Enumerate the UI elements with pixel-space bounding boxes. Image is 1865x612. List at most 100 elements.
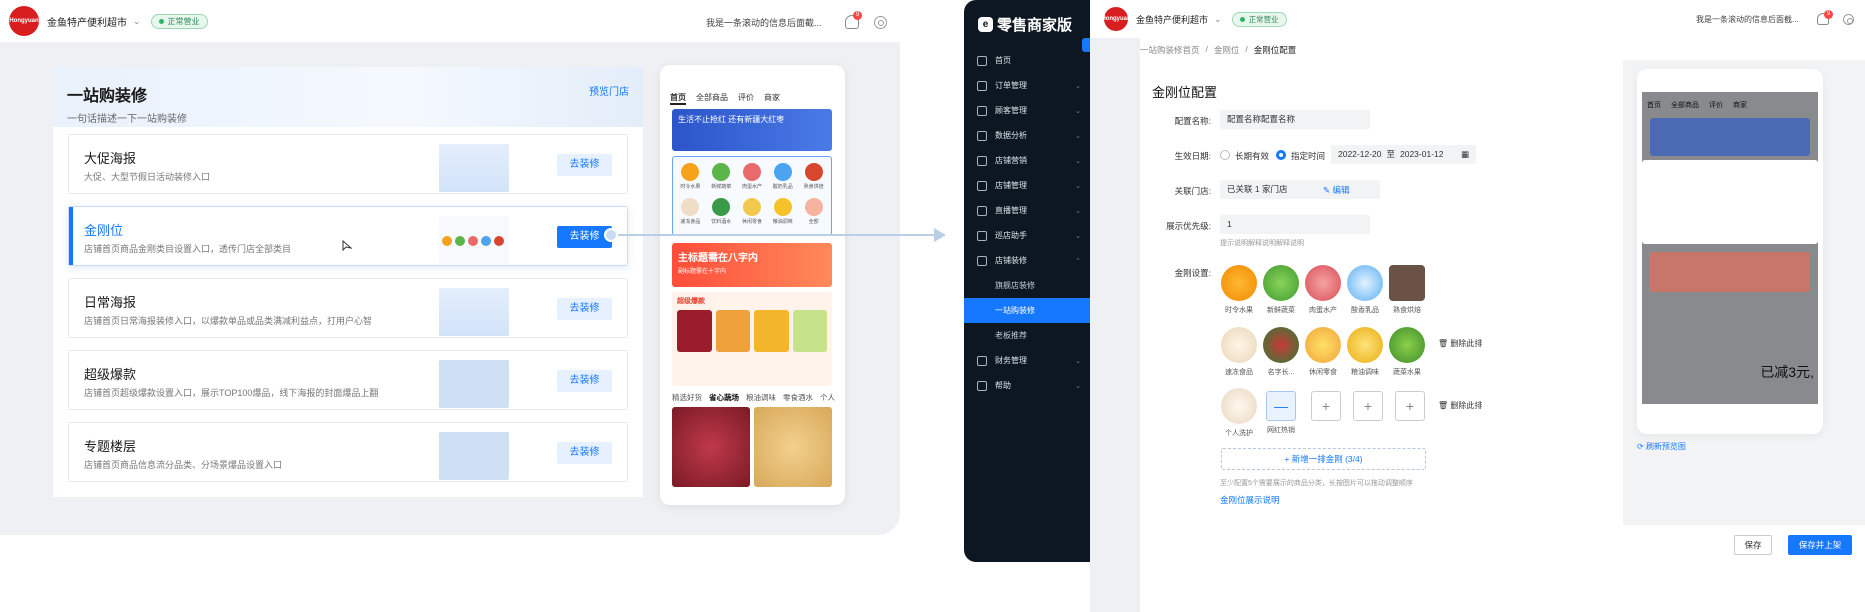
card-thumbnail [439,216,509,264]
phone-tab[interactable]: 精选好货 [672,392,702,403]
decorate-button[interactable]: 去装修 [557,154,612,176]
store-logo: Hongyuan [9,6,39,36]
sidebar-item-help[interactable]: 帮助 ⌄ [964,373,1090,398]
card-title: 大促海报 [84,151,137,166]
discount-text: 已减3元, [1760,364,1814,380]
shop-name[interactable]: 金鱼特产便利超市 [1136,13,1208,26]
kingkong-item[interactable]: 粮油调味 [1345,327,1385,377]
decorate-button[interactable]: 去装修 [557,370,612,392]
date-range-picker[interactable]: 2022-12-20 至 2023-01-12 ▦ [1331,145,1476,164]
explain-link[interactable]: 金刚位展示说明 [1220,494,1280,506]
sidebar: e 零售商家版 首页 订单管理 ⌄ 顾客管理 ⌄ 数据分析 ⌄ 店铺营销 ⌄ 店铺管理 ⌄ … [964,0,1090,562]
grid-item: 粮油调味 [767,196,798,231]
notification-badge: 9 [853,11,862,20]
breadcrumb-item[interactable]: 一站购装修首页 [1140,44,1200,56]
gear-icon[interactable] [1843,14,1854,25]
sidebar-item-finance[interactable]: 财务管理 ⌄ [964,348,1090,373]
card-promo-poster[interactable]: 大促海报 大促、大型节假日活动装修入口 去装修 [68,134,628,194]
scrolling-notice[interactable]: 我是一条滚动的信息后面截... [706,16,822,29]
radio-long-term[interactable] [1220,150,1230,160]
decorate-button[interactable]: 去装修 [557,442,612,464]
card-title: 专题楼层 [84,439,137,454]
card-daily-poster[interactable]: 日常海报 店铺首页日常海报装修入口，以爆款单品或品类满减利益点，打用户心智 去装… [68,278,628,338]
priority-input[interactable]: 1 [1220,215,1370,234]
status-badge: 正常营业 [150,13,208,29]
page-subtitle: 一句话描述一下一站购装修 [67,114,187,125]
sidebar-item-orders[interactable]: 订单管理 ⌄ [964,73,1090,98]
chevron-down-icon: ⌄ [1075,107,1081,115]
chevron-down-icon[interactable]: ⌄ [133,16,141,27]
add-row-button[interactable]: + 新增一排金刚 (3/4) [1221,448,1426,470]
edit-store-link[interactable]: ✎ 编辑 [1323,184,1350,196]
sidebar-item-patrol[interactable]: 巡店助手 ⌄ [964,223,1090,248]
kingkong-item[interactable]: 名字长... [1261,327,1301,377]
sidebar-item-decoration[interactable]: 店铺装修 ⌃ [964,248,1090,273]
scrolling-notice[interactable]: 我是一条滚动的信息后面截... [1696,14,1799,25]
name-label: 配置名称: [1174,116,1211,126]
card-super-hits[interactable]: 超级爆款 店铺首页超级爆款设置入口，展示TOP100爆品，线下海报的封面爆品上翻… [68,350,628,410]
arrow-right-icon [934,228,946,242]
name-input[interactable]: 配置名称配置名称 [1220,110,1370,129]
add-item-slot[interactable]: + [1353,391,1383,421]
live-preview-panel: 首页 全部商品 评价 商家 已减3元, ⟳ 刷新预览图 [1623,60,1865,525]
preview-store-link[interactable]: 预览门店 [589,83,629,98]
phone-tab[interactable]: 省心蔬场 [709,392,739,403]
save-button[interactable]: 保存 [1734,535,1772,555]
phone-tab[interactable]: 首页 [670,92,686,105]
chevron-down-icon[interactable]: ⌄ [1214,14,1222,25]
save-publish-button[interactable]: 保存并上架 [1788,535,1852,555]
kingkong-item[interactable]: 时令水果 [1219,265,1259,315]
kingkong-item[interactable]: — 网红热销 [1261,388,1301,435]
greens-icon [1389,327,1425,363]
delete-row-button[interactable]: 🗑 删除此排 [1438,400,1482,411]
refresh-preview-link[interactable]: ⟳ 刷新预览图 [1637,441,1686,452]
sidebar-item-analytics[interactable]: 数据分析 ⌄ [964,123,1090,148]
card-thumbnail [439,144,509,192]
store-input[interactable]: 已关联 1 家门店 [1220,180,1380,199]
sidebar-item-live[interactable]: 直播管理 ⌄ [964,198,1090,223]
phone-preview: 首页 全部商品 评价 商家 已减3元, [1637,69,1823,434]
sidebar-item-boss-pick[interactable]: 老板推荐 [964,323,1090,348]
kingkong-item[interactable]: 休闲零食 [1303,327,1343,377]
card-thumbnail [439,360,509,408]
phone-tab[interactable]: 个人 [820,392,835,403]
add-item-slot[interactable]: + [1311,391,1341,421]
card-desc: 店铺首页日常海报装修入口，以爆款单品或品类满减利益点，打用户心智 [84,316,373,326]
phone-tabs: 首页 全部商品 评价 商家 [670,92,780,105]
orders-icon [977,80,987,91]
phone-tab[interactable]: 商家 [764,92,780,105]
sidebar-item-store-mgmt[interactable]: 店铺管理 ⌄ [964,173,1090,198]
page-title: 一站购装修 [67,88,148,105]
card-desc: 店铺首页商品信息流分品类、分场景爆品设置入口 [84,460,283,470]
phone-tab[interactable]: 粮油调味 [746,392,776,403]
delete-row-button[interactable]: 🗑 删除此排 [1438,338,1482,349]
oil-icon [1347,327,1383,363]
card-kingkong[interactable]: 金刚位 店铺首页商品金刚类目设置入口，透传门店全部类目 去装修 [68,206,628,266]
kingkong-item[interactable]: 速冻食品 [1219,327,1259,377]
kingkong-item[interactable]: 新鲜蔬菜 [1261,265,1301,315]
kingkong-item[interactable]: 蔬菜水果 [1387,327,1427,377]
breadcrumb-item[interactable]: 金刚位 [1214,44,1240,56]
sidebar-item-customers[interactable]: 顾客管理 ⌄ [964,98,1090,123]
phone-tab[interactable]: 评价 [738,92,754,105]
sidebar-item-flagship[interactable]: 旗舰店装修 [964,273,1090,298]
decorate-button[interactable]: 去装修 [557,298,612,320]
kingkong-item[interactable]: 肉蛋水产 [1303,265,1343,315]
decoration-icon [977,255,987,266]
sidebar-item-marketing[interactable]: 店铺营销 ⌄ [964,148,1090,173]
card-topic-floor[interactable]: 专题楼层 店铺首页商品信息流分品类、分场景爆品设置入口 去装修 [68,422,628,482]
phone-tab[interactable]: 零食酒水 [783,392,813,403]
kingkong-item[interactable]: 酸香乳品 [1345,265,1385,315]
radio-specified[interactable] [1276,150,1286,160]
shop-name[interactable]: 金鱼特产便利超市 [47,14,127,29]
trash-icon: 🗑 [1438,339,1451,348]
chevron-down-icon: ⌄ [1075,357,1081,365]
phone-tab[interactable]: 全部商品 [696,92,728,105]
kingkong-item[interactable]: 熟食烘焙 [1387,265,1427,315]
connector-dot [604,228,618,242]
kingkong-item[interactable]: 个人洗护 [1219,388,1259,438]
add-item-slot[interactable]: + [1395,391,1425,421]
gear-icon[interactable] [874,16,887,29]
sidebar-item-home[interactable]: 首页 [964,48,1090,73]
sidebar-item-one-stop[interactable]: 一站购装修 [964,298,1090,323]
